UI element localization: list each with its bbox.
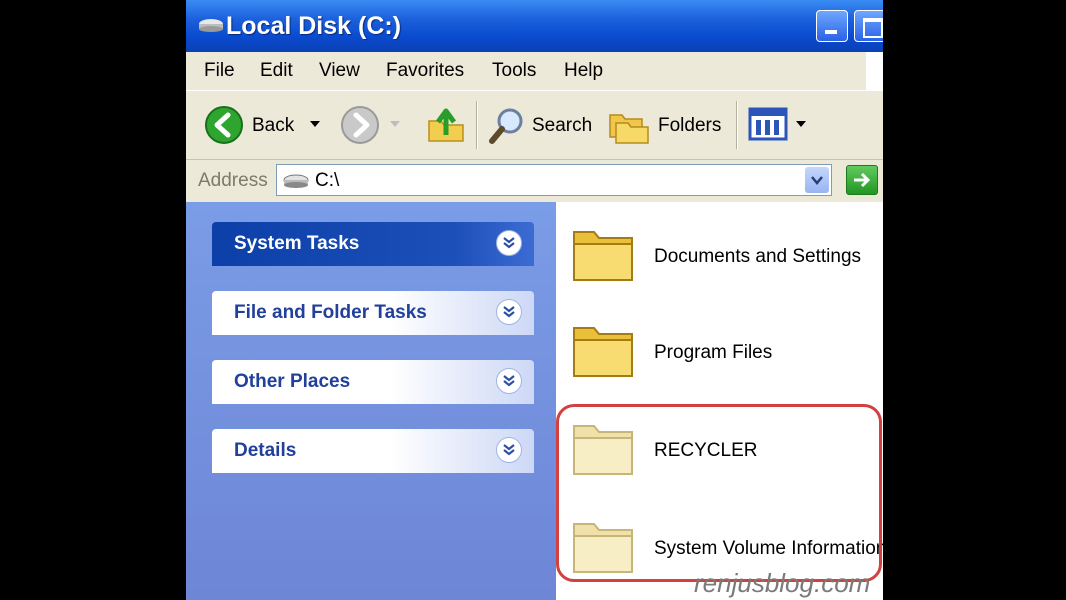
- list-item[interactable]: RECYCLER: [570, 414, 883, 490]
- folder-icon: [573, 327, 633, 377]
- hidden-folder-icon: [573, 523, 633, 573]
- task-label: Details: [234, 440, 297, 461]
- menu-bar: File Edit View Favorites Tools Help: [186, 52, 883, 91]
- go-button[interactable]: [846, 165, 878, 195]
- task-details[interactable]: Details: [212, 429, 534, 473]
- menu-favorites[interactable]: Favorites: [386, 60, 464, 82]
- file-name: System Volume Information: [654, 538, 883, 559]
- window-title: Local Disk (C:): [226, 12, 402, 40]
- watermark: renjusblog.com: [694, 568, 871, 598]
- list-item[interactable]: Program Files: [570, 316, 883, 392]
- address-input[interactable]: C:\: [276, 164, 832, 196]
- title-bar[interactable]: Local Disk (C:): [186, 0, 883, 52]
- task-label: File and Folder Tasks: [234, 302, 427, 323]
- chevron-down-icon: [811, 176, 823, 185]
- chevron-double-down-icon: [503, 237, 515, 249]
- search-label: Search: [532, 115, 593, 136]
- address-label: Address: [198, 170, 268, 191]
- back-arrow-icon: [205, 106, 243, 144]
- task-label: Other Places: [234, 371, 351, 392]
- expand-button[interactable]: [496, 230, 522, 256]
- folder-icon: [573, 231, 633, 281]
- expand-button[interactable]: [496, 437, 522, 463]
- file-name: Program Files: [654, 342, 773, 363]
- menu-file[interactable]: File: [204, 60, 235, 82]
- task-pane: System Tasks File and Folder Tasks Other…: [186, 202, 556, 600]
- folders-label: Folders: [658, 115, 722, 136]
- forward-button[interactable]: [340, 91, 410, 159]
- forward-dropdown-icon[interactable]: [390, 121, 400, 129]
- search-button[interactable]: Search: [488, 91, 598, 159]
- views-button[interactable]: [748, 91, 808, 159]
- views-dropdown-icon[interactable]: [796, 121, 806, 129]
- go-arrow-icon: [854, 172, 871, 188]
- folders-button[interactable]: Folders: [608, 91, 728, 159]
- address-value: C:\: [315, 170, 340, 191]
- forward-arrow-icon: [341, 106, 379, 144]
- folder-up-icon: [428, 108, 464, 142]
- chevron-double-down-icon: [503, 375, 515, 387]
- menu-tools[interactable]: Tools: [492, 60, 536, 82]
- back-button[interactable]: Back: [204, 91, 324, 159]
- expand-button[interactable]: [496, 368, 522, 394]
- hidden-folder-icon: [573, 425, 633, 475]
- explorer-window: Local Disk (C:) File Edit View Favorites…: [186, 0, 883, 600]
- search-icon: [489, 108, 523, 144]
- back-label: Back: [252, 115, 295, 136]
- task-file-and-folder-tasks[interactable]: File and Folder Tasks: [212, 291, 534, 335]
- file-list: Documents and Settings Program Files REC…: [556, 202, 883, 600]
- menu-bar-end: [866, 52, 883, 90]
- drive-icon: [283, 174, 309, 188]
- address-dropdown-button[interactable]: [805, 167, 829, 193]
- chevron-double-down-icon: [503, 306, 515, 318]
- file-name: RECYCLER: [654, 440, 758, 461]
- task-system-tasks[interactable]: System Tasks: [212, 222, 534, 266]
- task-label: System Tasks: [234, 233, 360, 254]
- up-button[interactable]: [426, 91, 466, 159]
- menu-help[interactable]: Help: [564, 60, 603, 82]
- views-icon: [748, 107, 788, 141]
- menu-view[interactable]: View: [319, 60, 360, 82]
- toolbar: Back Search Folders: [186, 91, 883, 160]
- toolbar-separator: [476, 101, 478, 149]
- menu-edit[interactable]: Edit: [260, 60, 293, 82]
- folders-icon: [609, 114, 649, 144]
- drive-icon: [199, 19, 223, 32]
- expand-button[interactable]: [496, 299, 522, 325]
- task-other-places[interactable]: Other Places: [212, 360, 534, 404]
- toolbar-separator: [736, 101, 738, 149]
- maximize-button[interactable]: [854, 10, 883, 42]
- list-item[interactable]: Documents and Settings: [570, 220, 883, 296]
- minimize-button[interactable]: [816, 10, 848, 42]
- file-name: Documents and Settings: [654, 246, 862, 267]
- back-dropdown-icon[interactable]: [310, 121, 320, 129]
- chevron-double-down-icon: [503, 444, 515, 456]
- address-bar: Address C:\: [186, 160, 883, 202]
